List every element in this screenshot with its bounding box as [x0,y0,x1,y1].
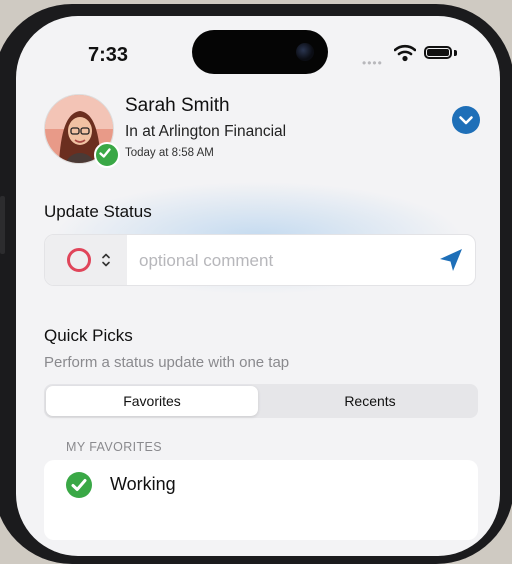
side-button [0,196,5,254]
user-name: Sarah Smith [125,95,230,116]
tab-favorites[interactable]: Favorites [46,386,258,416]
status-bar-time: 7:33 [88,44,129,66]
update-status-title: Update Status [44,202,152,221]
green-check-icon [66,472,92,498]
comment-input[interactable] [137,243,431,279]
update-status-box [44,234,476,286]
cellular-signal-icon: •••• [362,56,383,70]
wifi-icon [394,44,416,62]
user-status: In at Arlington Financial [125,123,287,140]
camera-icon [296,43,314,61]
battery-cap [454,50,457,56]
send-arrow-icon [440,249,462,271]
status-picker[interactable] [45,235,127,285]
send-button[interactable] [437,247,465,278]
status-check-badge-icon [94,142,120,168]
chevron-up-down-icon [102,253,110,267]
expand-button[interactable] [452,106,480,134]
list-item-label: Working [110,474,176,494]
list-item-working[interactable]: Working [44,460,478,510]
dynamic-island [192,30,328,74]
battery-icon [424,46,452,59]
status-ring-icon [67,248,91,272]
tab-recents[interactable]: Recents [264,386,476,416]
chevron-down-icon [459,116,473,125]
quick-picks-segmented-control: Favorites Recents [44,384,478,418]
favorites-list: Working [44,460,478,540]
screen: 7:33 •••• Sarah Smith In at Arlington Fi… [16,16,500,556]
quick-picks-subtitle: Perform a status update with one tap [44,354,290,371]
user-status-timestamp: Today at 8:58 AM [125,147,214,159]
favorites-list-header: MY FAVORITES [66,440,163,454]
quick-picks-title: Quick Picks [44,326,133,345]
